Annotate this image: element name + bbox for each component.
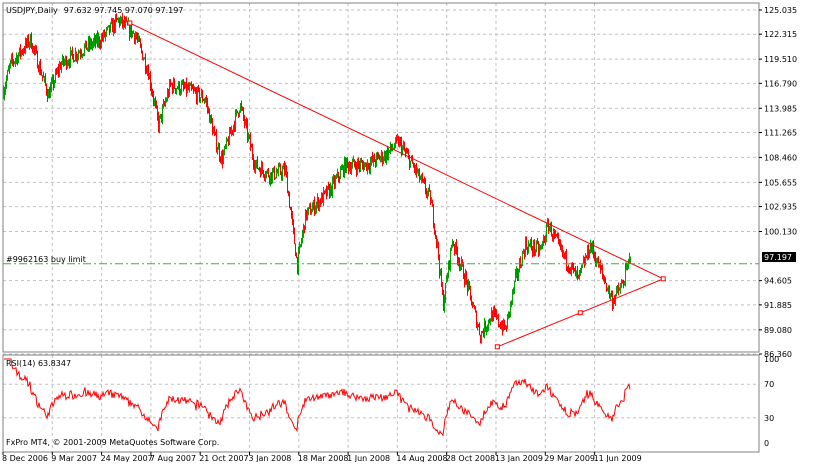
current-price-label: 97.197 [764, 253, 792, 262]
time-tick-label: 1 Jun 2008 [347, 454, 390, 462]
price-tick-label: 89.080 [764, 326, 792, 335]
ohlc-values: 97.632 97.745 97.070 97.197 [64, 6, 184, 15]
rsi-tick-label: 0 [764, 439, 769, 448]
candles [3, 12, 631, 344]
price-tick-label: 108.460 [764, 153, 797, 162]
price-tick-label: 100.130 [764, 228, 797, 237]
rsi-line [4, 358, 631, 437]
rsi-tick-label: 100 [764, 355, 779, 364]
time-tick-label: 8 Dec 2006 [2, 454, 48, 462]
time-tick-label: 28 Oct 2008 [446, 454, 495, 462]
time-tick-label: 18 Mar 2008 [298, 454, 349, 462]
rsi-label: RSI(14) 63.8347 [6, 359, 71, 368]
price-tick-label: 105.655 [764, 178, 797, 187]
rsi-axis: 100 70 30 0 [764, 355, 779, 448]
rsi-tick-label: 30 [764, 414, 774, 423]
rsi-tick-label: 70 [764, 380, 774, 389]
time-tick-label: 29 Mar 2009 [544, 454, 595, 462]
price-chart[interactable]: #9962163 buy limit 125.035 122.315 119.510… [0, 0, 820, 463]
price-tick-label: 125.035 [764, 6, 797, 15]
chart-header: USDJPY,Daily 97.632 97.745 97.070 97.197 [6, 6, 183, 15]
time-tick-label: 13 Jan 2009 [495, 454, 543, 462]
price-tick-label: 91.885 [764, 301, 792, 310]
triangle-edge [129, 22, 664, 280]
time-tick-label: 7 Aug 2007 [150, 454, 196, 462]
price-tick-label: 122.315 [764, 30, 797, 39]
price-tick-label: 111.265 [764, 128, 797, 137]
symbol-label: USDJPY,Daily [6, 6, 58, 15]
grid [3, 3, 759, 452]
price-tick-label: 113.985 [764, 104, 797, 113]
time-tick-label: 24 May 2007 [101, 454, 153, 462]
time-tick-label: 11 Jun 2009 [594, 454, 642, 462]
price-tick-label: 94.605 [764, 277, 792, 286]
triangle-handle [494, 344, 500, 350]
time-tick-label: 3 Jan 2008 [249, 454, 292, 462]
time-axis: 8 Dec 2006 9 Mar 2007 24 May 20077 Aug 200… [2, 452, 642, 463]
price-tick-label: 102.935 [764, 203, 797, 212]
time-tick-label: 9 Mar 2007 [51, 454, 97, 462]
triangle-object[interactable] [127, 20, 666, 350]
price-axis: 125.035 122.315 119.510 116.790 113.985 111.2… [759, 6, 797, 359]
triangle-handle [577, 310, 583, 316]
time-tick-label: 14 Aug 2008 [396, 454, 447, 462]
main-pane-border [2, 2, 760, 353]
triangle-handle [660, 276, 666, 282]
time-tick-label: 21 Oct 2007 [199, 454, 248, 462]
triangle-handle [127, 20, 133, 26]
buy-limit-label: #9962163 buy limit [6, 255, 86, 264]
price-tick-label: 116.790 [764, 79, 797, 88]
copyright: FxPro MT4, © 2001-2009 MetaQuotes Softwa… [6, 438, 219, 447]
price-tick-label: 119.510 [764, 55, 797, 64]
